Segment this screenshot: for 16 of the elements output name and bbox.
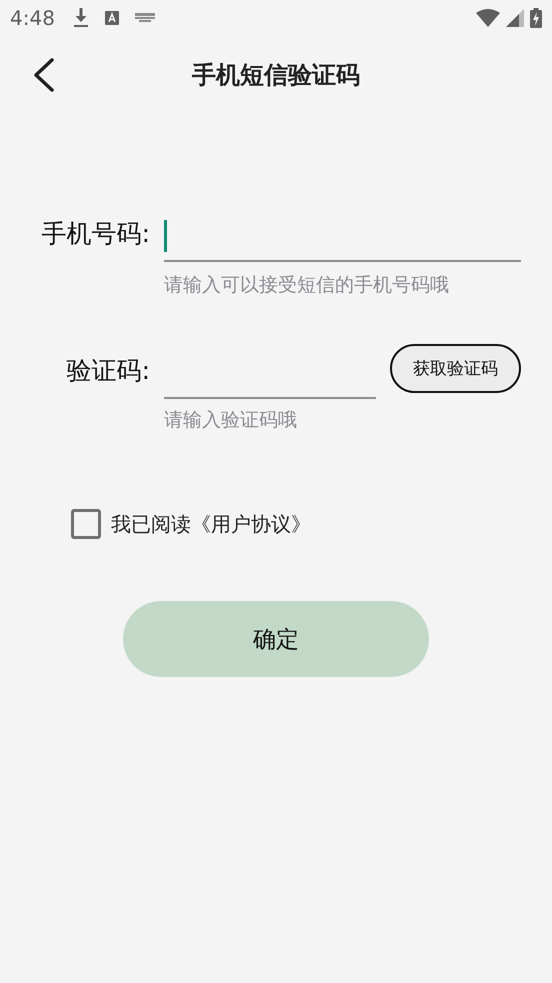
get-code-button[interactable]: 获取验证码 [390,344,521,393]
field-hint: 请输入可以接受短信的手机号码哦 [164,273,450,298]
field-label: 手机号码: [42,219,150,248]
page-title: 手机短信验证码 [192,61,360,89]
keyboard-letter-icon [104,11,119,25]
checkbox[interactable] [71,509,101,539]
battery-icon [530,8,542,28]
confirm-button[interactable]: 确定 [123,601,429,677]
wifi-icon [476,9,500,27]
download-icon [72,8,89,28]
signal-icon [506,9,524,27]
agreement-label: 我已阅读《用户协议》 [111,510,311,538]
field-label: 验证码: [66,356,150,385]
field-hint: 请输入验证码哦 [164,408,298,433]
clock: 4:48 [10,6,55,30]
keyboard-icon [134,13,155,23]
